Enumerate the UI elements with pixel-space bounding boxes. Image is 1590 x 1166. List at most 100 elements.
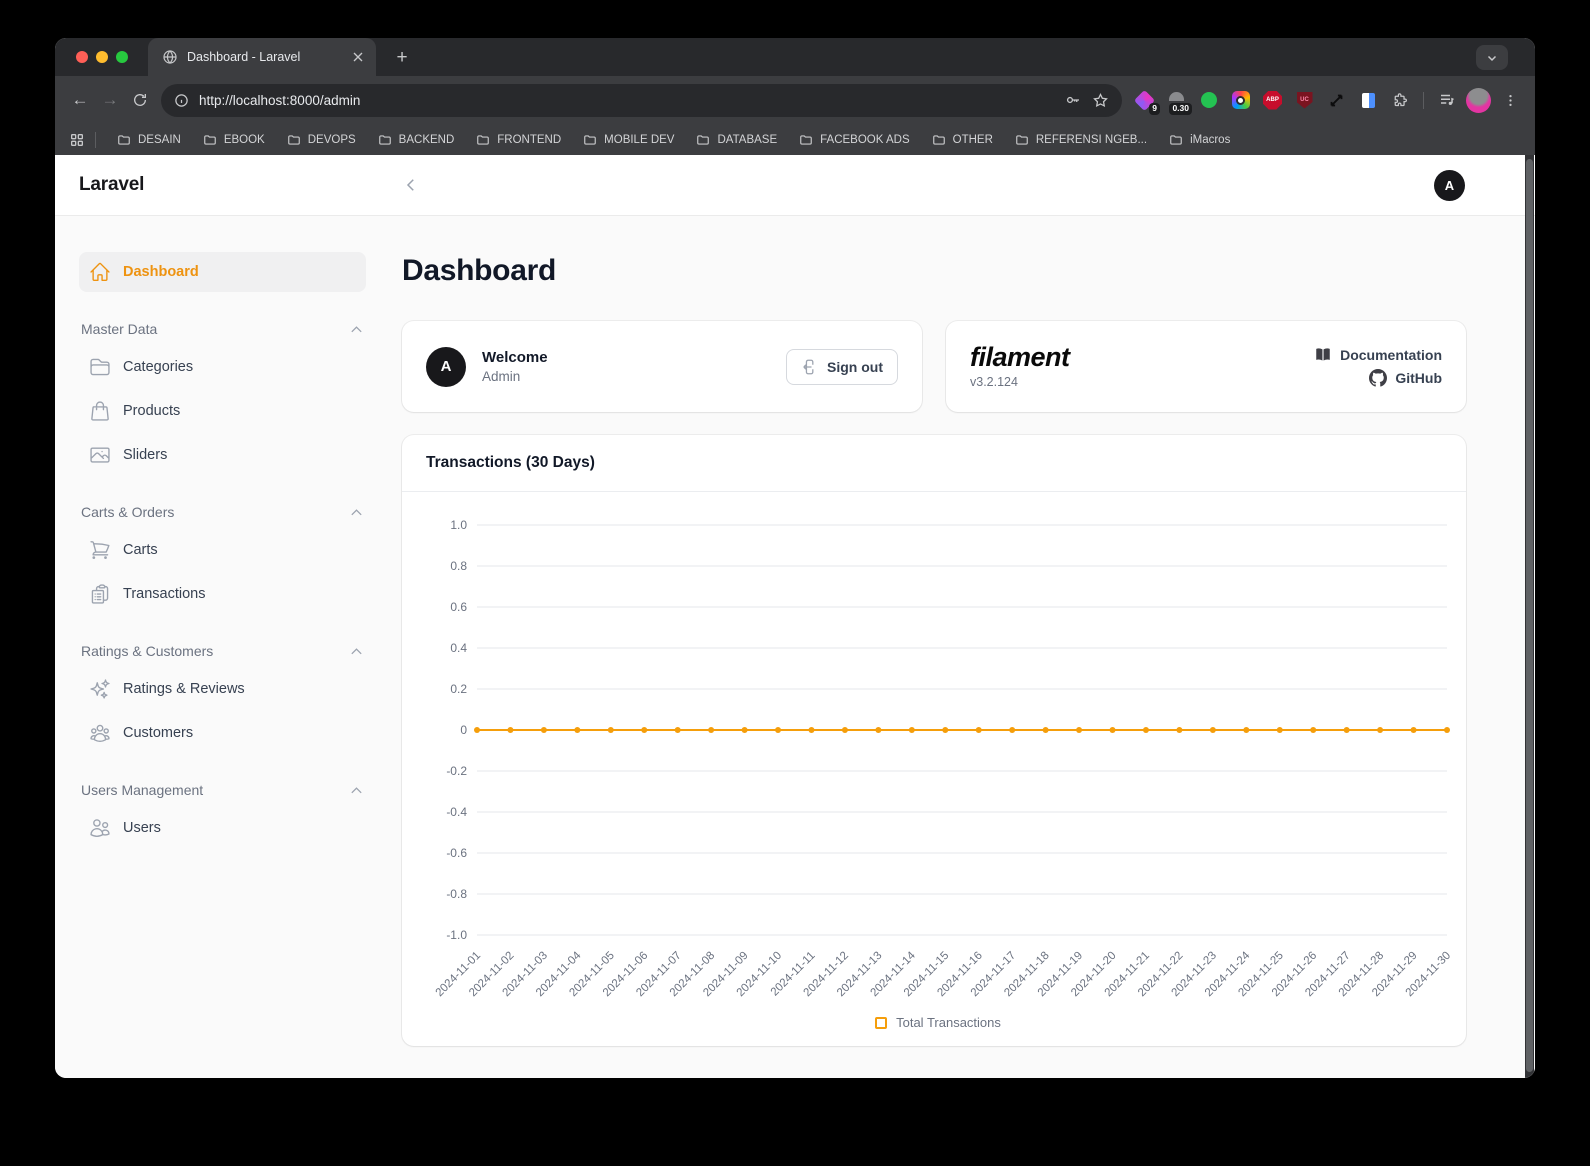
extension-magenta-icon[interactable]: 9 <box>1130 86 1159 115</box>
page-scrollbar[interactable] <box>1525 155 1534 1078</box>
profile-avatar[interactable] <box>1464 86 1493 115</box>
folder-icon <box>117 133 131 147</box>
back-button[interactable]: ← <box>65 85 95 115</box>
refresh-icon <box>132 92 148 108</box>
sidebar-item-customers[interactable]: Customers <box>79 713 366 753</box>
sign-out-button[interactable]: Sign out <box>786 349 898 385</box>
bookmark-folder[interactable]: MOBILE DEV <box>574 130 683 150</box>
chart-legend[interactable]: Total Transactions <box>426 1013 1450 1044</box>
bookmark-folder[interactable]: DATABASE <box>687 130 786 150</box>
sign-out-label: Sign out <box>827 359 883 375</box>
folder-icon <box>1015 133 1029 147</box>
filament-version: v3.2.124 <box>970 375 1070 389</box>
sidebar-group: Carts & Orders Carts Transactions <box>79 504 366 614</box>
folder-icon <box>378 133 392 147</box>
bookmarks-bar: DESAINEBOOKDEVOPS BACKEND FRONTEND MOBILE D… <box>55 124 1535 155</box>
media-controls-icon[interactable] <box>1432 86 1461 115</box>
sidebar-item-dashboard[interactable]: Dashboard <box>79 252 366 292</box>
tab-strip: Dashboard - Laravel + <box>55 38 1535 76</box>
app-brand[interactable]: Laravel <box>79 174 144 196</box>
fullscreen-extension-icon[interactable] <box>1322 86 1351 115</box>
group-label-text: Ratings & Customers <box>81 643 213 659</box>
svg-text:0.4: 0.4 <box>450 641 467 655</box>
bookmark-folder-label: MOBILE DEV <box>604 134 674 146</box>
bookmark-folder[interactable]: iMacros <box>1160 130 1239 150</box>
documentation-link[interactable]: Documentation <box>1314 346 1442 364</box>
extension-badge: 0.30 <box>1169 103 1192 114</box>
sidebar-item-users[interactable]: Users <box>79 808 366 848</box>
sidebar-item-carts[interactable]: Carts <box>79 530 366 570</box>
new-tab-button[interactable]: + <box>389 45 415 71</box>
bookmark-folder[interactable]: DEVOPS <box>278 130 365 150</box>
browser-tab[interactable]: Dashboard - Laravel <box>148 38 376 76</box>
chevron-down-icon <box>1486 52 1498 64</box>
bookmark-folder-label: BACKEND <box>399 134 455 146</box>
sidebar-item-products[interactable]: Products <box>79 391 366 431</box>
sidebar-group-label[interactable]: Users Management <box>79 782 366 808</box>
main-content: Dashboard A Welcome Admin Sign out fil <box>390 216 1535 1078</box>
folder-icon <box>287 133 301 147</box>
scrollbar-thumb[interactable] <box>1526 159 1533 1072</box>
tab-close-icon[interactable] <box>350 49 366 65</box>
sidebar-item-transactions[interactable]: Transactions <box>79 574 366 614</box>
home-icon <box>89 261 111 283</box>
transactions-chart-card: Transactions (30 Days) 1.00.80.60.40.20-… <box>402 435 1466 1046</box>
extension-camera-icon[interactable] <box>1226 86 1255 115</box>
refresh-button[interactable] <box>125 85 155 115</box>
bookmark-star-icon[interactable] <box>1092 92 1109 109</box>
sidebar-item-sliders[interactable]: Sliders <box>79 435 366 475</box>
extension-green-dot-icon[interactable] <box>1194 86 1223 115</box>
minimize-window-button[interactable] <box>96 51 108 63</box>
cart-icon <box>89 539 111 561</box>
bookmark-folder[interactable]: BACKEND <box>369 130 464 150</box>
bookmark-folder[interactable]: OTHER <box>923 130 1002 150</box>
sidebar-item-categories[interactable]: Categories <box>79 347 366 387</box>
svg-text:-0.4: -0.4 <box>446 805 467 819</box>
sidebar-item-ratings-reviews[interactable]: Ratings & Reviews <box>79 669 366 709</box>
sidebar-item-label: Transactions <box>123 586 205 602</box>
svg-text:-1.0: -1.0 <box>446 928 467 942</box>
extension-meter-icon[interactable]: 0.30 <box>1162 86 1191 115</box>
bookmark-folder[interactable]: EBOOK <box>194 130 274 150</box>
sidebar-group: Ratings & Customers Ratings & ReviewsCust… <box>79 643 366 753</box>
bookmark-folder[interactable]: DESAIN <box>108 130 190 150</box>
sidebar-group-label[interactable]: Carts & Orders <box>79 504 366 530</box>
sidebar-item-label: Products <box>123 403 180 419</box>
sidebar-group-label[interactable]: Ratings & Customers <box>79 643 366 669</box>
photo-icon <box>89 444 111 466</box>
bookmark-folder[interactable]: FACEBOOK ADS <box>790 130 918 150</box>
github-link[interactable]: GitHub <box>1369 369 1442 387</box>
bag-icon <box>89 400 111 422</box>
svg-text:0.2: 0.2 <box>450 682 467 696</box>
folder-icon <box>583 133 597 147</box>
site-info-icon[interactable] <box>174 93 189 108</box>
welcome-title: Welcome <box>482 349 548 366</box>
sidebar-item-label: Carts <box>123 542 158 558</box>
address-bar[interactable]: http://localhost:8000/admin <box>161 84 1122 117</box>
password-key-icon[interactable] <box>1064 91 1082 109</box>
globe-icon <box>162 49 178 65</box>
user-menu-avatar[interactable]: A <box>1434 170 1465 201</box>
close-window-button[interactable] <box>76 51 88 63</box>
app-topbar: Laravel A <box>55 155 1535 216</box>
chevron-up-icon <box>349 322 364 337</box>
apps-grid-icon[interactable] <box>69 132 85 148</box>
group-label-text: Carts & Orders <box>81 504 174 520</box>
forward-button[interactable]: → <box>95 85 125 115</box>
sidebar-collapse-button[interactable] <box>402 176 420 194</box>
legend-swatch <box>875 1017 887 1029</box>
tab-search-button[interactable] <box>1476 45 1508 70</box>
menu-kebab-icon[interactable] <box>1496 86 1525 115</box>
reading-list-icon[interactable] <box>1354 86 1383 115</box>
bookmark-folder[interactable]: REFERENSI NGEB... <box>1006 130 1156 150</box>
filament-logo: filament <box>970 344 1070 371</box>
extensions-puzzle-icon[interactable] <box>1386 86 1415 115</box>
extension-shield-icon[interactable]: UC <box>1290 86 1319 115</box>
zoom-window-button[interactable] <box>116 51 128 63</box>
svg-text:0.8: 0.8 <box>450 559 467 573</box>
extension-adblock-icon[interactable]: ABP <box>1258 86 1287 115</box>
app-body: Dashboard Master Data Categories Products Sl… <box>55 216 1535 1078</box>
group-label-text: Master Data <box>81 321 157 337</box>
bookmark-folder[interactable]: FRONTEND <box>467 130 570 150</box>
sidebar-group-label[interactable]: Master Data <box>79 321 366 347</box>
